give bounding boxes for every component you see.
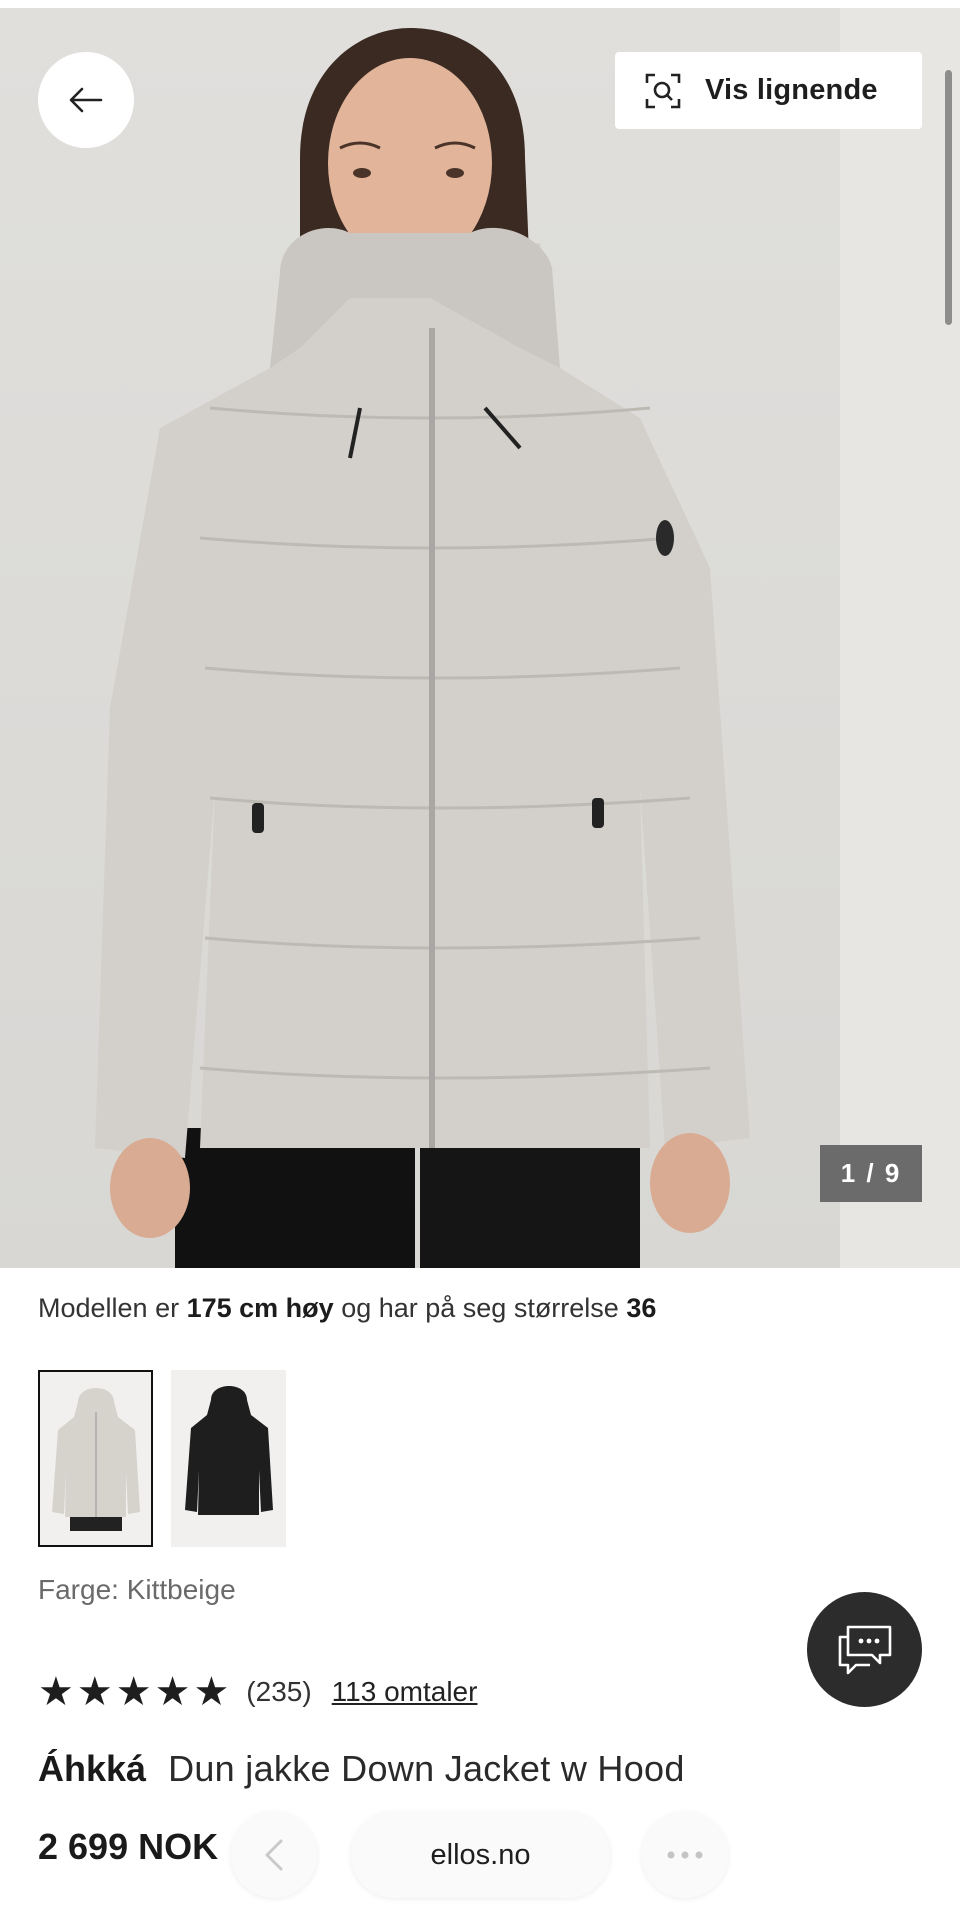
product-photo [95,28,750,1268]
browser-toolbar: ellos.no [0,1800,960,1910]
jacket [95,243,750,1158]
visual-search-icon [645,72,683,110]
rating-stars: ★ ★ ★ ★ ★ [38,1672,232,1712]
brand-name[interactable]: Áhkká [38,1748,146,1790]
address-bar[interactable]: ellos.no [351,1812,610,1898]
more-dots-icon [667,1851,703,1859]
product-image-gallery[interactable]: Vis lignende 1 / 9 [0,8,960,1268]
chat-bubbles-icon [838,1625,891,1674]
star-icon: ★ [193,1670,230,1714]
product-name: Dun jakke Down Jacket w Hood [168,1748,685,1789]
product-title: Áhkká Dun jakke Down Jacket w Hood [38,1748,685,1790]
browser-back-button[interactable] [231,1812,317,1898]
star-icon: ★ [76,1670,113,1714]
show-similar-label: Vis lignende [705,74,878,106]
arrow-left-icon [69,87,103,113]
model-trousers-right [420,1128,640,1268]
page-scrollbar[interactable] [945,70,952,325]
star-icon: ★ [154,1670,191,1714]
status-strip [0,0,960,8]
rating-count: (235) [246,1676,312,1707]
color-swatch-black[interactable] [171,1370,286,1547]
model-info: Modellen er 175 cm høy og har på seg stø… [38,1293,656,1324]
show-similar-button[interactable]: Vis lignende [615,52,922,129]
model-height: 175 cm høy [186,1293,334,1323]
model-size: 36 [626,1293,657,1323]
model-hand-right [650,1133,730,1233]
swatch-image-light [52,1388,140,1531]
star-icon: ★ [115,1670,152,1714]
model-trousers-left [175,1128,415,1268]
color-swatch-light-grey[interactable] [38,1370,153,1547]
back-button[interactable] [38,52,134,148]
swatch-image-black [185,1386,273,1515]
browser-more-button[interactable] [642,1812,728,1898]
model-info-middle: og har på seg størrelse [341,1293,619,1323]
star-icon: ★ [38,1670,74,1714]
chat-button[interactable] [807,1592,922,1707]
model-info-prefix: Modellen er [38,1293,180,1323]
product-rating[interactable]: ★ ★ ★ ★ ★ (235) 113 omtaler [38,1672,477,1712]
color-label: Farge: Kittbeige [38,1574,236,1605]
image-counter: 1 / 9 [820,1145,922,1202]
reviews-link[interactable]: 113 omtaler [332,1676,478,1708]
model-hand-left [110,1138,190,1238]
chevron-left-icon [265,1839,283,1871]
